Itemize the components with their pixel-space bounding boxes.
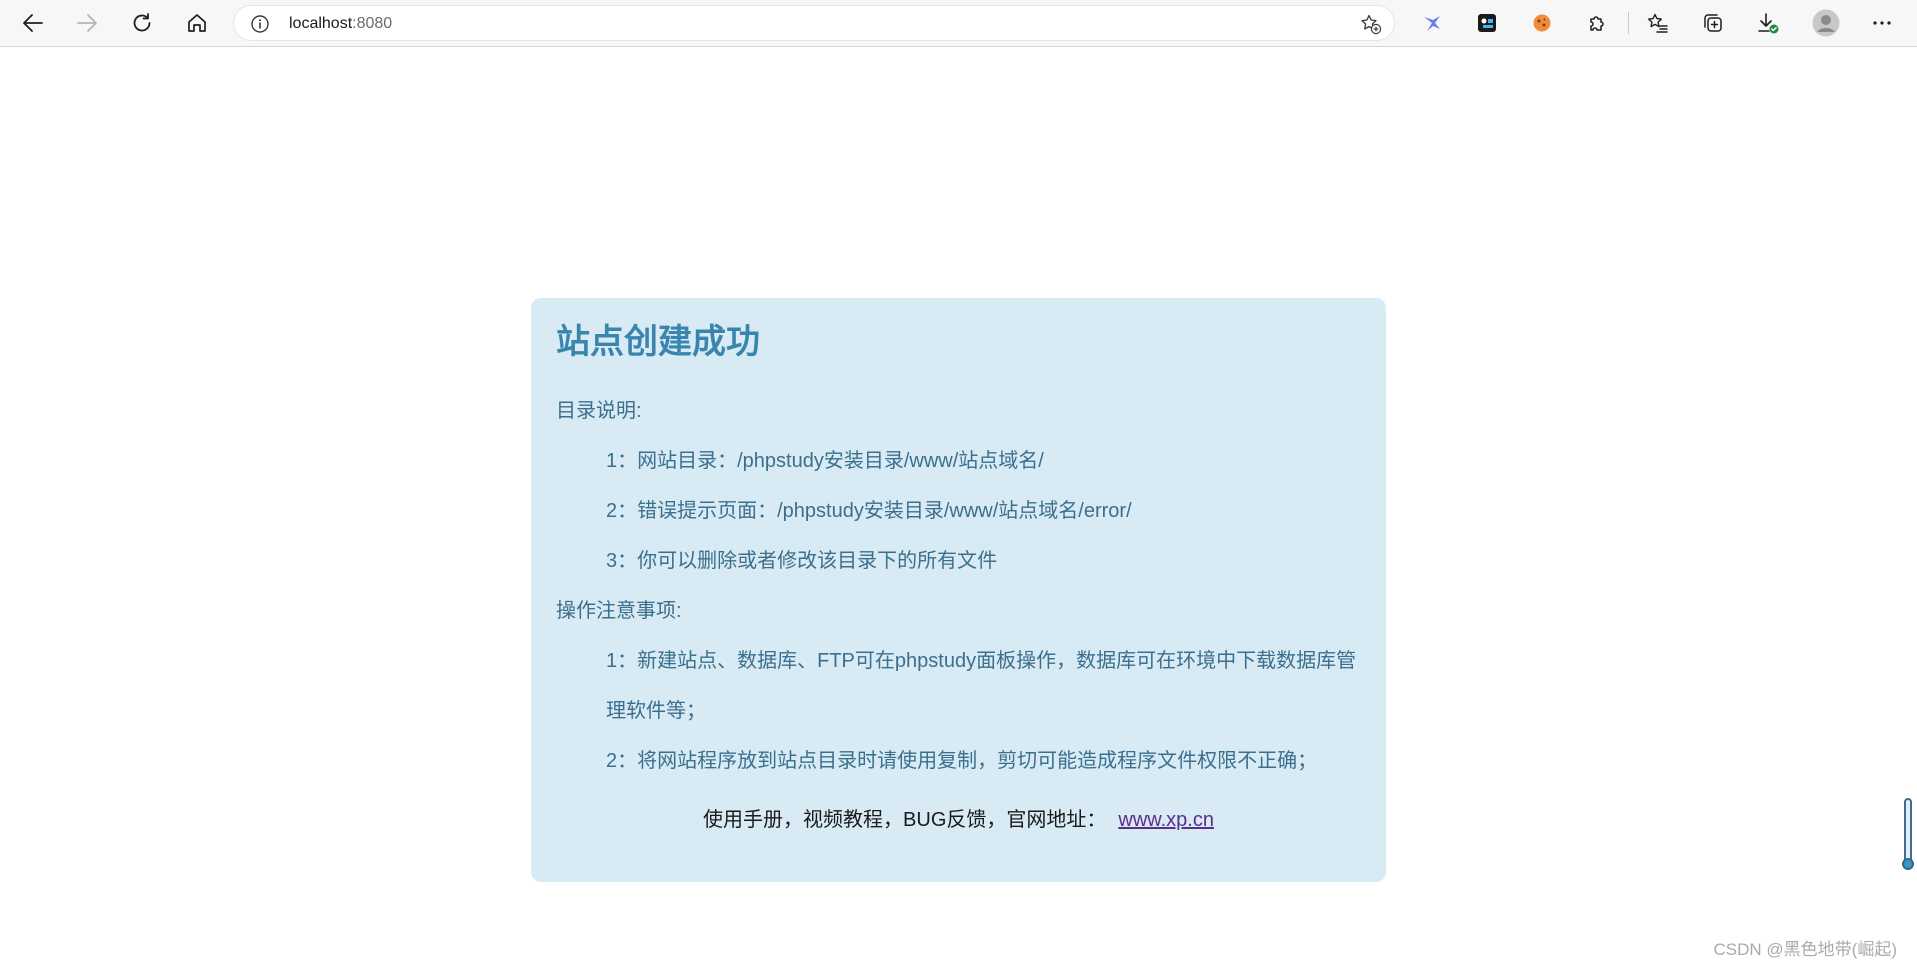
gauge-bulb xyxy=(1902,858,1914,870)
extension-cookie-button[interactable] xyxy=(1522,4,1562,42)
star-list-icon xyxy=(1648,13,1668,33)
page-title: 站点创建成功 xyxy=(556,323,760,361)
extension-bird-button[interactable] xyxy=(1412,4,1452,42)
profile-button[interactable] xyxy=(1806,4,1846,42)
note-item-line: 1：新建站点、数据库、FTP可在phpstudy面板操作，数据库可在环境中下载数… xyxy=(606,650,1357,672)
add-favorite-button[interactable] xyxy=(1358,12,1384,36)
home-icon xyxy=(188,14,206,32)
arrow-left-icon xyxy=(23,14,43,32)
downloads-button[interactable] xyxy=(1748,4,1788,42)
star-plus-icon xyxy=(1361,14,1382,35)
reload-button[interactable] xyxy=(122,4,162,42)
url-port: :8080 xyxy=(352,15,393,32)
watermark: CSDN @黑色地带(崛起) xyxy=(1713,940,1897,959)
welcome-card: 站点创建成功 目录说明: 1：网站目录：/phpstudy安装目录/www/站点… xyxy=(531,298,1386,882)
bird-extension-icon xyxy=(1424,16,1440,31)
info-circle-icon[interactable] xyxy=(250,14,270,34)
directory-heading: 目录说明: xyxy=(556,400,642,422)
note-item: 2：将网站程序放到站点目录时请使用复制，剪切可能造成程序文件权限不正确； xyxy=(606,750,1318,772)
collections-button[interactable] xyxy=(1693,4,1733,42)
ellipsis-icon xyxy=(1873,21,1891,25)
note-item-line: 理软件等； xyxy=(606,700,706,722)
official-site-link[interactable]: www.xp.cn xyxy=(1118,809,1214,831)
extensions-button[interactable] xyxy=(1577,4,1617,42)
cookie-extension-icon xyxy=(1533,14,1551,32)
home-button[interactable] xyxy=(177,4,217,42)
forward-button[interactable] xyxy=(67,4,107,42)
console-extension-icon xyxy=(1478,14,1496,32)
footer-text: 使用手册，视频教程，BUG反馈，官网地址： xyxy=(703,809,1107,831)
footer-links: 使用手册，视频教程，BUG反馈，官网地址： www.xp.cn xyxy=(531,808,1386,832)
address-bar[interactable]: localhost:8080 xyxy=(233,5,1395,41)
extension-console-button[interactable] xyxy=(1467,4,1507,42)
toolbar-divider xyxy=(1628,12,1629,34)
arrow-right-icon xyxy=(77,14,97,32)
browser-toolbar: localhost:8080 xyxy=(0,0,1917,47)
url-text[interactable]: localhost:8080 xyxy=(289,14,392,34)
download-icon xyxy=(1758,13,1779,34)
avatar-icon xyxy=(1812,9,1840,37)
url-host: localhost xyxy=(289,15,353,32)
directory-item: 2：错误提示页面：/phpstudy安装目录/www/站点域名/error/ xyxy=(606,500,1132,522)
puzzle-icon xyxy=(1590,16,1604,31)
favorites-button[interactable] xyxy=(1638,4,1678,42)
reload-icon xyxy=(133,13,151,32)
side-widget-gauge[interactable] xyxy=(1902,798,1914,870)
back-button[interactable] xyxy=(13,4,53,42)
directory-item: 1：网站目录：/phpstudy安装目录/www/站点域名/ xyxy=(606,450,1044,472)
notes-heading: 操作注意事项: xyxy=(556,600,682,622)
settings-menu-button[interactable] xyxy=(1862,4,1902,42)
directory-item: 3：你可以删除或者修改该目录下的所有文件 xyxy=(606,550,998,572)
collections-icon xyxy=(1704,14,1722,32)
